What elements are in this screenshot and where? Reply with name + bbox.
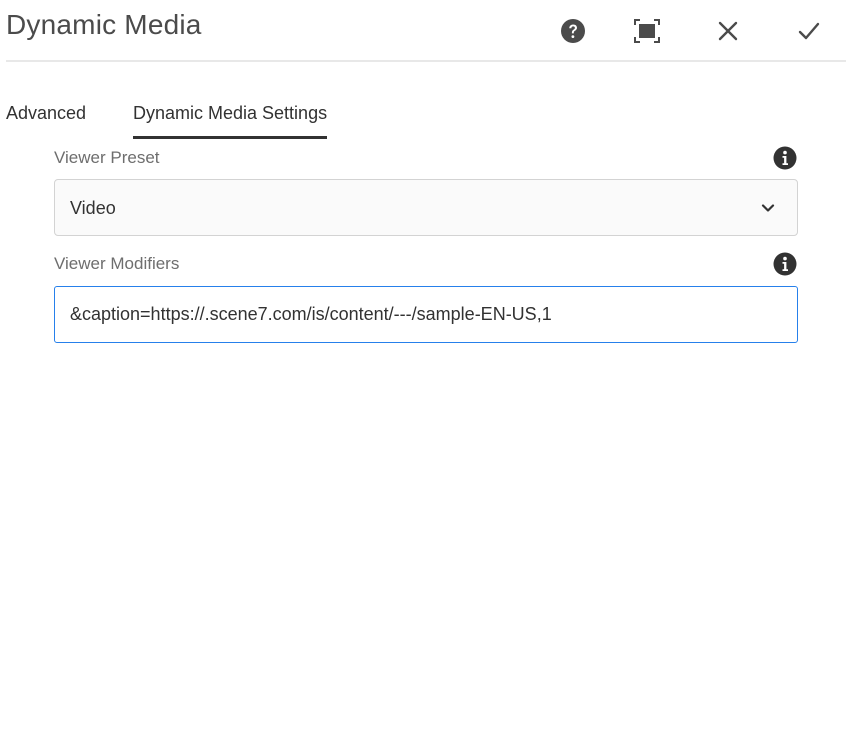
close-icon: [718, 21, 738, 41]
tab-dynamic-media-settings[interactable]: Dynamic Media Settings: [133, 98, 328, 139]
info-icon[interactable]: [773, 252, 797, 276]
close-button[interactable]: [710, 13, 746, 49]
dialog-title: Dynamic Media: [6, 9, 202, 40]
chevron-down-icon: [761, 204, 775, 212]
help-button[interactable]: [555, 13, 591, 49]
dynamic-media-dialog: Dynamic Media Advanced Dynamic Media Set…: [0, 0, 853, 739]
fullscreen-icon: [634, 19, 660, 43]
viewer-preset-select[interactable]: Video: [54, 179, 798, 236]
fullscreen-button[interactable]: [629, 13, 665, 49]
viewer-preset-value: Video: [70, 198, 116, 218]
dialog-header: Dynamic Media: [6, 0, 846, 62]
viewer-modifiers-input[interactable]: [54, 286, 798, 343]
tab-advanced[interactable]: Advanced: [6, 98, 86, 138]
help-icon: [561, 19, 585, 43]
done-button[interactable]: [791, 13, 827, 49]
viewer-modifiers-label: Viewer Modifiers: [54, 254, 180, 273]
viewer-preset-label: Viewer Preset: [54, 148, 160, 167]
checkmark-icon: [798, 22, 820, 40]
info-icon[interactable]: [773, 146, 797, 170]
